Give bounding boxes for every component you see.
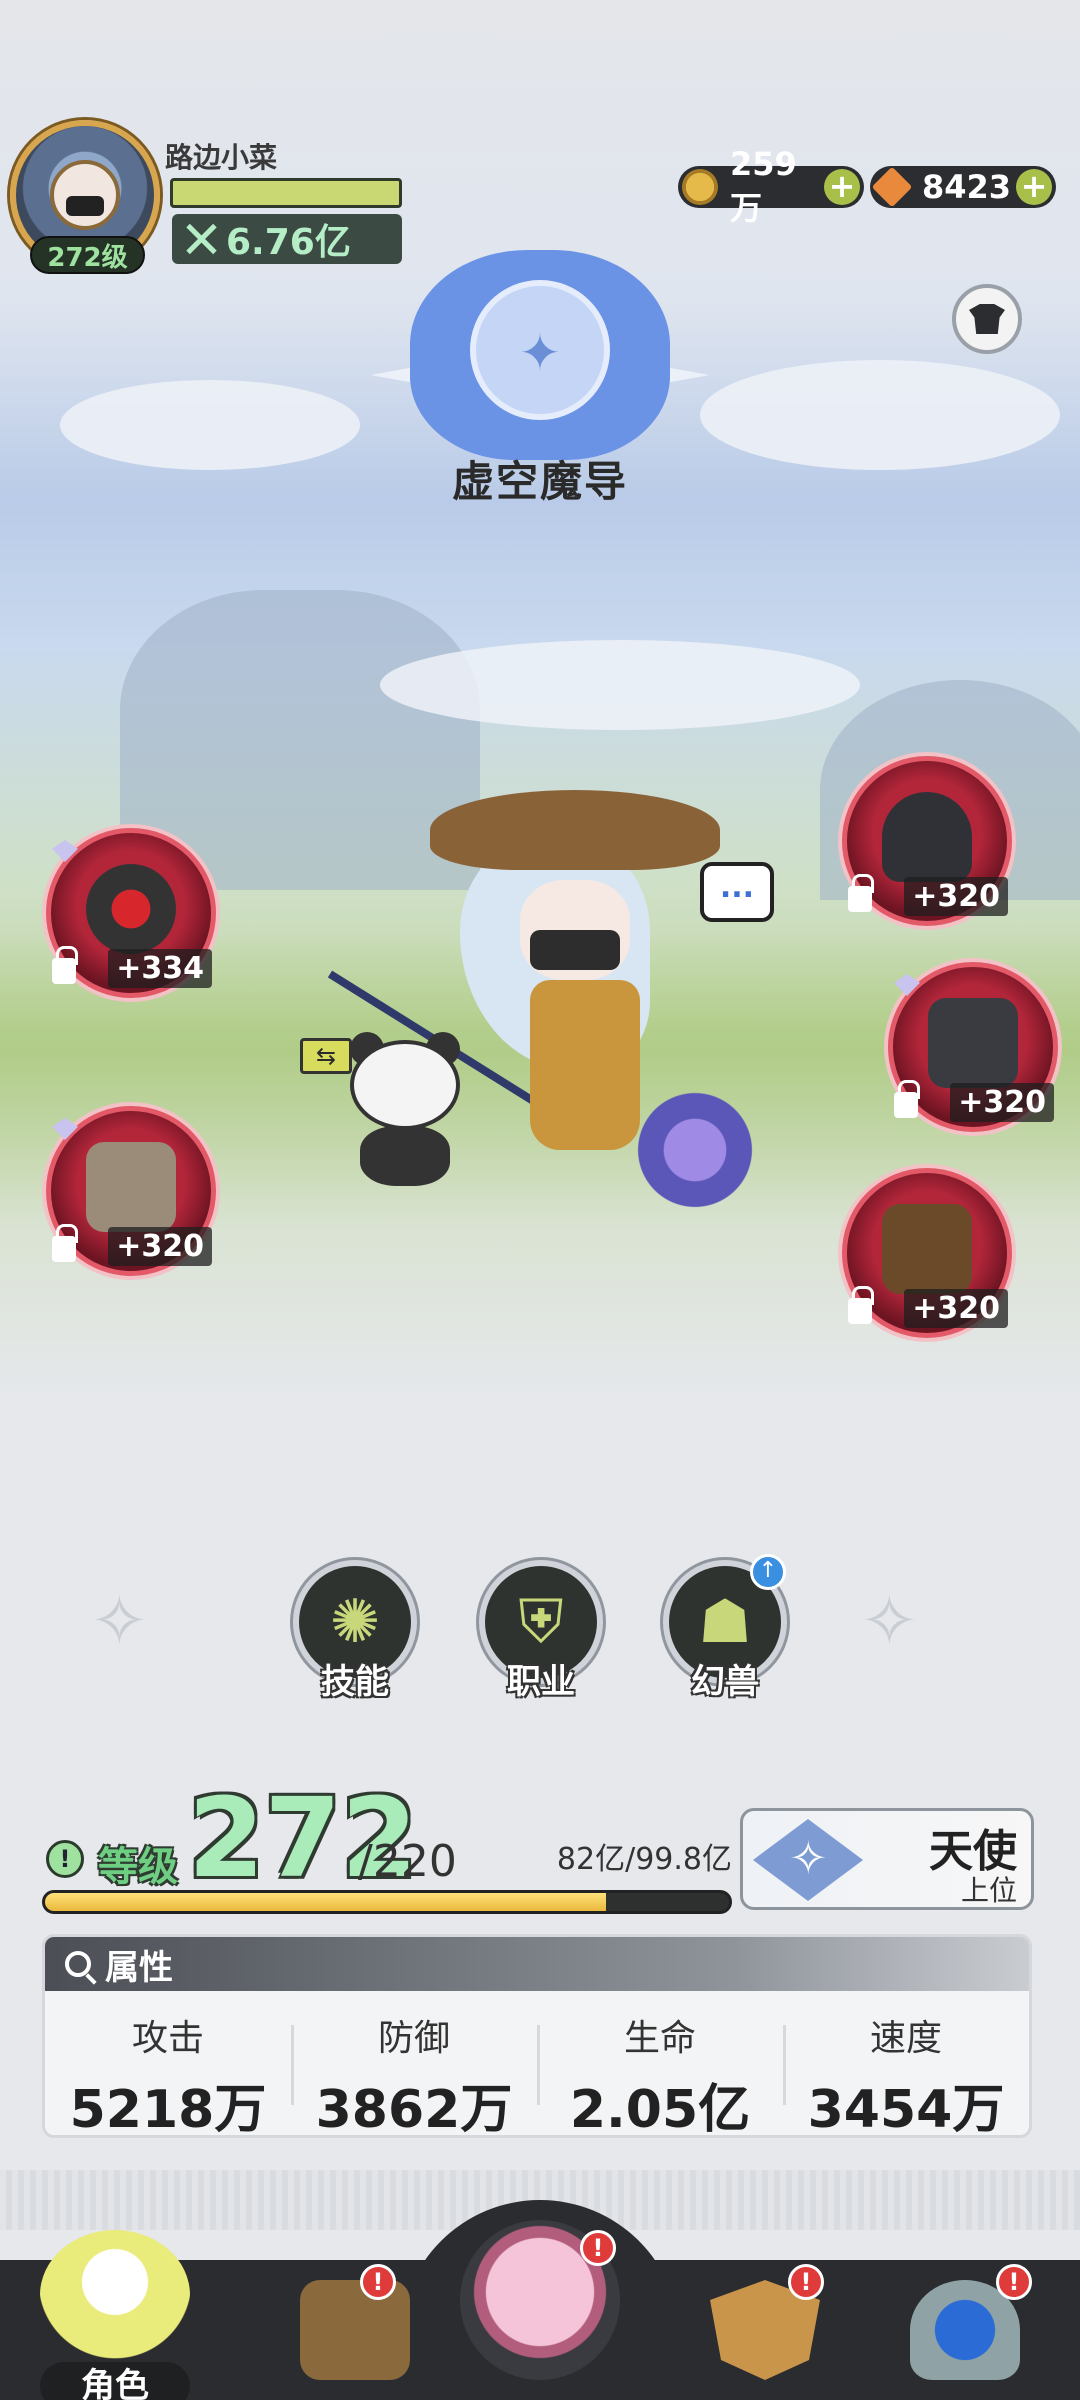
attribute-header-label: 属性 (105, 1947, 173, 1988)
skills-icon: ✺ (329, 1587, 381, 1657)
combat-power-value: 6.76亿 (226, 222, 351, 263)
lock-icon (52, 1224, 78, 1262)
nav-dungeon[interactable]: ! (880, 2264, 1050, 2400)
crystal-rank-icon (753, 1819, 863, 1901)
speech-bubble[interactable]: ... (700, 862, 774, 922)
add-gold-button[interactable]: + (824, 169, 860, 205)
gold-coin-icon (682, 169, 718, 205)
attribute-speed: 速度 3454万 (783, 1991, 1029, 2138)
lock-icon (848, 1286, 874, 1324)
enhance-level: +320 (108, 1227, 212, 1266)
level-max: /220 (358, 1836, 457, 1887)
gem-icon (871, 166, 913, 208)
search-icon (65, 1951, 91, 1977)
enhance-level: +320 (904, 1289, 1008, 1328)
equip-slot-armor[interactable]: +320 (888, 962, 1058, 1132)
headband-icon (882, 792, 972, 882)
player-name-bar (170, 178, 402, 208)
info-icon[interactable]: ! (46, 1840, 84, 1878)
skills-button[interactable]: ✺ 技能 (290, 1560, 420, 1702)
beast-button[interactable]: ☗ ↑ 幻兽 (660, 1554, 790, 1702)
cat-beast-icon: ☗ (698, 1587, 752, 1657)
shirt-icon (969, 304, 1005, 334)
attribute-name: 速度 (869, 2018, 942, 2059)
beast-label: 幻兽 (691, 1662, 759, 1702)
swap-pet-icon[interactable]: ⇆ (300, 1038, 352, 1074)
add-gem-button[interactable]: + (1016, 169, 1052, 205)
exp-progress-fill (45, 1893, 606, 1911)
lock-icon (894, 1080, 920, 1118)
enhance-level: +320 (904, 877, 1008, 916)
skills-label: 技能 (321, 1662, 389, 1702)
level-label: 等级 (98, 1844, 178, 1890)
profession-button[interactable]: ⛨ 职业 (476, 1560, 606, 1702)
character-portrait-icon (40, 2230, 190, 2360)
attribute-header: 属性 (45, 1937, 1029, 1991)
combat-power: 6.76亿 (172, 214, 402, 264)
nav-home[interactable]: ! (450, 2210, 630, 2400)
rank-subtitle: 上位 (960, 1874, 1017, 1907)
equip-slot-weapon[interactable]: +334 (46, 828, 216, 998)
alert-badge-icon: ! (360, 2264, 396, 2300)
alert-badge-icon: ! (580, 2230, 616, 2266)
profession-label: 职业 (507, 1662, 575, 1702)
outfit-button[interactable] (952, 284, 1022, 354)
gem-currency: 8423 + (870, 166, 1056, 208)
cloud (700, 360, 1060, 470)
attribute-hp: 生命 2.05亿 (537, 1991, 783, 2138)
exp-progress-bar (42, 1890, 732, 1914)
crossed-swords-icon (184, 222, 218, 256)
equip-slot-boots[interactable]: +320 (842, 1168, 1012, 1338)
upgrade-arrow-icon: ↑ (750, 1554, 786, 1590)
right-ornament-icon: ✧ (860, 1580, 919, 1662)
player-avatar[interactable]: 272级 (10, 120, 160, 274)
attribute-name: 攻击 (131, 2018, 204, 2059)
gold-amount: 259万 (730, 145, 797, 227)
alert-badge-icon: ! (788, 2264, 824, 2300)
equip-slot-headband[interactable]: +320 (842, 756, 1012, 926)
mace-icon (86, 864, 176, 954)
equip-slot-book[interactable]: +320 (46, 1106, 216, 1276)
attribute-name: 生命 (623, 2018, 696, 2059)
left-ornament-icon: ✧ (90, 1580, 149, 1662)
class-name: 虚空魔导 (451, 457, 628, 506)
cloud (60, 380, 360, 470)
nav-role-label: 角色 (40, 2362, 190, 2400)
level-row: ! 等级 272 /220 82亿/99.8亿 (42, 1774, 732, 1902)
book-icon (86, 1142, 176, 1232)
enhance-level: +320 (950, 1083, 1054, 1122)
attribute-name: 防御 (377, 2018, 450, 2059)
attribute-attack: 攻击 5218万 (45, 1991, 291, 2138)
gold-currency: 259万 + (678, 145, 864, 227)
attribute-value: 2.05亿 (569, 2080, 751, 2138)
void-emblem-icon (470, 280, 610, 420)
attribute-defense: 防御 3862万 (291, 1991, 537, 2138)
armor-icon (928, 998, 1018, 1088)
attribute-value: 3454万 (807, 2080, 1005, 2138)
attribute-value: 5218万 (69, 2080, 267, 2138)
player-level-badge: 272级 (30, 236, 145, 274)
nav-guild[interactable]: ! (680, 2264, 850, 2400)
exp-text: 82亿/99.8亿 (556, 1842, 732, 1877)
nav-quests[interactable]: ! (270, 2264, 440, 2400)
lock-icon (848, 874, 874, 912)
profession-icon: ⛨ (518, 1587, 564, 1657)
boots-icon (882, 1204, 972, 1294)
attribute-value: 3862万 (315, 2080, 513, 2138)
gem-amount: 8423 (922, 168, 1012, 206)
enhance-level: +334 (108, 949, 212, 988)
rank-card[interactable]: 天使 上位 (740, 1808, 1034, 1910)
alert-badge-icon: ! (996, 2264, 1032, 2300)
attribute-panel[interactable]: 属性 攻击 5218万 防御 3862万 生命 2.05亿 速度 3454万 (42, 1934, 1032, 2138)
moon-scythe (620, 1080, 770, 1220)
lock-icon (52, 946, 78, 984)
player-name: 路边小菜 (165, 141, 278, 174)
pet-panda[interactable] (350, 1032, 460, 1190)
cloud (380, 640, 860, 730)
book-icon (300, 2280, 410, 2380)
nav-role[interactable]: 角色 (30, 2230, 200, 2400)
